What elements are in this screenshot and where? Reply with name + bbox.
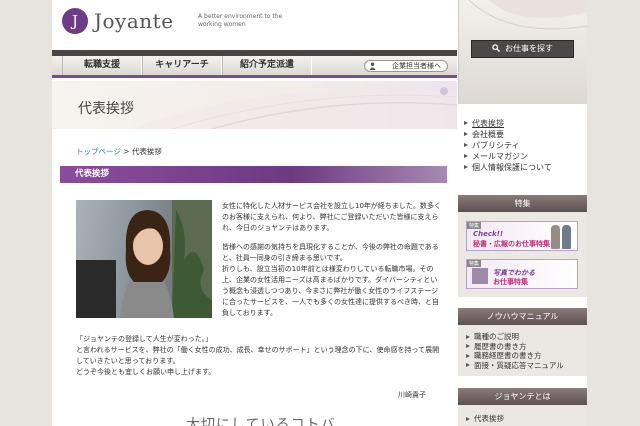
closing-mission: と言われるサービスを、弊社の「働く女性の成功、成長、幸せのサポート」という理念の…	[76, 346, 440, 365]
knowhow-heading: ノウハウマニュアル	[458, 308, 587, 325]
promo-secretary-pr[interactable]: 特集 Check!! 秘書・広報のお仕事特集	[466, 221, 578, 251]
closing-regards: どうぞ今後とも宜しくお願い申し上げます。	[76, 368, 216, 376]
knowhow-item-career-history[interactable]: 職務経歴書の書き方	[466, 351, 584, 361]
job-search-panel: お仕事を探す	[458, 0, 588, 104]
person-icon	[369, 62, 376, 70]
greeting-paragraph-3: 折りしも、設立当初の10年前とは様変わりしている転職市場。その上、企業の女性活用…	[222, 265, 439, 317]
sidebar-link-greeting[interactable]: 代表挨拶	[464, 118, 584, 129]
job-search-button[interactable]: お仕事を探す	[471, 40, 574, 58]
next-section-heading: 大切にしているコトバ	[186, 417, 336, 426]
promo-line1: Check!!	[473, 230, 504, 238]
promo-photo-jobs[interactable]: 特集 写真でわかる お仕事特集	[466, 259, 578, 289]
about-heading: ジョヤンテとは	[458, 388, 587, 405]
sidebar-link-publicity[interactable]: パブリシティ	[464, 140, 584, 151]
sidebar-link-newsletter[interactable]: メールマガジン	[464, 151, 584, 162]
corporate-button-label: 企業担当者様へ	[392, 62, 441, 70]
promo-photo-thumb	[472, 268, 488, 284]
signature: 川崎貴子	[398, 391, 426, 399]
ceo-portrait-photo	[76, 200, 212, 318]
main-nav: 転職支援 キャリアーチ 紹介予定派遣 企業担当者様へ	[52, 56, 457, 78]
corporate-button[interactable]: 企業担当者様へ	[364, 60, 448, 72]
nav-item-career-support[interactable]: 転職支援	[62, 56, 142, 75]
sidebar-link-privacy[interactable]: 個人情報保護について	[464, 162, 584, 173]
breadcrumb-current: 代表挨拶	[131, 147, 162, 156]
section-heading: 代表挨拶	[60, 166, 447, 183]
breadcrumb-separator: >	[123, 147, 130, 156]
portrait-illustration	[76, 200, 212, 318]
special-heading: 特集	[458, 195, 587, 212]
breadcrumb: トップページ > 代表挨拶	[76, 146, 162, 157]
page-title: 代表挨拶	[78, 101, 134, 117]
promo-line2: お仕事特集	[493, 278, 528, 286]
promo-tag: 特集	[467, 260, 482, 267]
nav-item-temp-to-perm[interactable]: 紹介予定派遣	[222, 56, 312, 75]
greeting-text: 女性に特化した人材サービス会社を設立し10年が経ちました。数多くのお客様に支えら…	[222, 201, 442, 327]
job-search-label: お仕事を探す	[505, 44, 553, 53]
page-banner: 代表挨拶	[52, 81, 457, 129]
greeting-closing: 「ジョヤンテの登録して人生が変わった。」 と言われるサービスを、弊社の「働く女性…	[76, 334, 446, 378]
nav-item-career-coach[interactable]: キャリアーチ	[142, 56, 222, 75]
breadcrumb-home-link[interactable]: トップページ	[76, 147, 121, 156]
knowhow-list: 職種のご説明 履歴書の書き方 職務経歴書の書き方 面接・質疑応答マニュアル	[466, 332, 584, 370]
knowhow-item-resume[interactable]: 履歴書の書き方	[466, 342, 584, 352]
search-panel-decoration	[468, 0, 588, 30]
greeting-paragraph-2: 皆様への感謝の気持ちを具現化することが、今後の弊社の命題であると、社員一同身の引…	[222, 243, 439, 262]
promo-line2: 秘書・広報のお仕事特集	[473, 240, 550, 248]
promo-figure	[551, 225, 560, 249]
search-icon	[492, 44, 500, 52]
logo-text[interactable]: Joyante	[94, 9, 174, 33]
knowhow-item-interview[interactable]: 面接・質疑応答マニュアル	[466, 361, 584, 371]
greeting-paragraph-1: 女性に特化した人材サービス会社を設立し10年が経ちました。数多くのお客様に支えら…	[222, 202, 441, 232]
sidebar-link-company[interactable]: 会社概要	[464, 129, 584, 140]
about-item-greeting[interactable]: 代表挨拶	[466, 414, 584, 424]
knowhow-item-job-types[interactable]: 職種のご説明	[466, 332, 584, 342]
about-list: 代表挨拶	[466, 414, 584, 424]
site-header: J Joyante A better environment to the wo…	[52, 0, 457, 50]
promo-figure	[562, 225, 571, 249]
tagline: A better environment to the working wome…	[198, 13, 283, 28]
promo-tag: 特集	[467, 222, 482, 229]
company-links: 代表挨拶 会社概要 パブリシティ メールマガジン 個人情報保護について	[464, 118, 584, 173]
logo-icon[interactable]: J	[62, 8, 88, 34]
closing-quote: 「ジョヤンテの登録して人生が変わった。」	[76, 335, 213, 343]
